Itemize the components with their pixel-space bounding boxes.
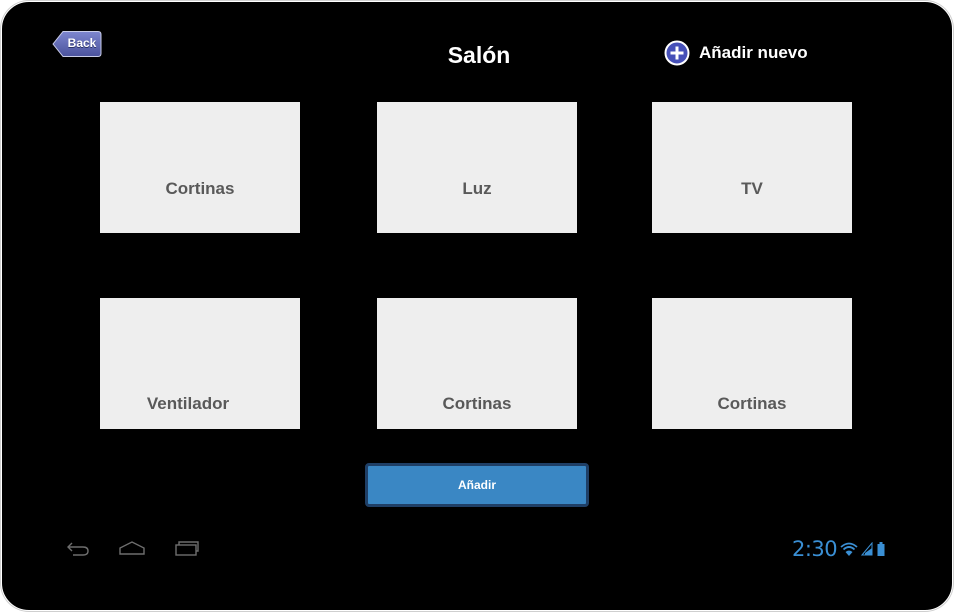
- battery-icon: [877, 542, 885, 556]
- page-title: Salón: [447, 42, 511, 68]
- signal-icon: [861, 542, 873, 556]
- add-new-label: Añadir nuevo: [699, 43, 808, 62]
- device-tile-luz[interactable]: Luz: [377, 102, 577, 233]
- home-nav-icon[interactable]: [118, 538, 146, 558]
- tile-label: Cortinas: [442, 394, 512, 413]
- device-tile-ventilador[interactable]: Ventilador: [100, 298, 300, 429]
- add-button[interactable]: Añadir: [365, 463, 589, 507]
- back-button-label: Back: [67, 36, 97, 50]
- wifi-icon: [840, 542, 858, 556]
- device-tile-tv[interactable]: TV: [652, 102, 852, 233]
- plus-circle-icon: [664, 40, 690, 66]
- tile-label: TV: [741, 179, 763, 198]
- device-tile-cortinas-3[interactable]: Cortinas: [652, 298, 852, 429]
- device-tile-cortinas[interactable]: Cortinas: [100, 102, 300, 233]
- back-button[interactable]: Back: [52, 30, 102, 58]
- add-new-link[interactable]: Añadir nuevo: [664, 40, 808, 66]
- tile-label: Ventilador: [146, 394, 230, 413]
- back-nav-icon[interactable]: [65, 538, 91, 558]
- clock: 2:30: [792, 537, 838, 561]
- status-bar: 2:30: [792, 536, 886, 562]
- recent-apps-icon[interactable]: [173, 538, 201, 558]
- tablet-screen: Back Salón Añadir nuevo Cortinas Luz TV …: [1, 1, 953, 611]
- tile-label: Cortinas: [165, 179, 235, 198]
- tile-label: Cortinas: [717, 394, 787, 413]
- tile-label: Luz: [462, 179, 492, 198]
- device-tile-cortinas-2[interactable]: Cortinas: [377, 298, 577, 429]
